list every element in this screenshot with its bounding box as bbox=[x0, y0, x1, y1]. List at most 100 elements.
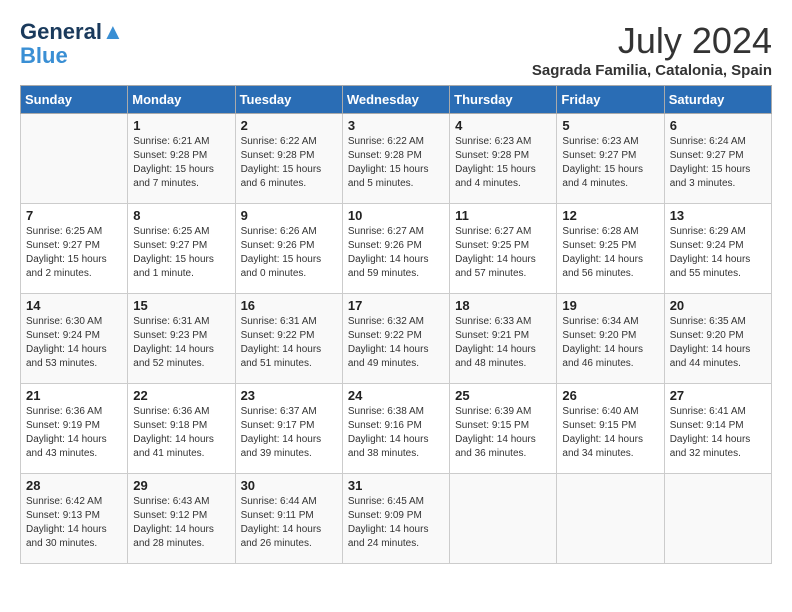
day-number: 20 bbox=[670, 298, 766, 313]
day-number: 31 bbox=[348, 478, 444, 493]
day-content: Sunrise: 6:31 AM Sunset: 9:22 PM Dayligh… bbox=[241, 315, 337, 371]
calendar-cell: 25Sunrise: 6:39 AM Sunset: 9:15 PM Dayli… bbox=[450, 384, 557, 474]
day-content: Sunrise: 6:22 AM Sunset: 9:28 PM Dayligh… bbox=[241, 135, 337, 191]
day-number: 6 bbox=[670, 118, 766, 133]
day-content: Sunrise: 6:35 AM Sunset: 9:20 PM Dayligh… bbox=[670, 315, 766, 371]
day-number: 30 bbox=[241, 478, 337, 493]
calendar-cell: 2 Sunrise: 6:22 AM Sunset: 9:28 PM Daylig… bbox=[235, 114, 342, 204]
calendar-cell: 12Sunrise: 6:28 AM Sunset: 9:25 PM Dayli… bbox=[557, 204, 664, 294]
day-number: 27 bbox=[670, 388, 766, 403]
month-year: July 2024 bbox=[532, 20, 772, 62]
day-content: Sunrise: 6:23 AM Sunset: 9:28 PM Dayligh… bbox=[455, 135, 551, 191]
day-number: 18 bbox=[455, 298, 551, 313]
logo-text: General▲ bbox=[20, 20, 124, 44]
calendar-cell: 30 Sunrise: 6:44 AM Sunset: 9:11 PM Dayli… bbox=[235, 474, 342, 564]
calendar-cell: 26Sunrise: 6:40 AM Sunset: 9:15 PM Dayli… bbox=[557, 384, 664, 474]
day-number: 14 bbox=[26, 298, 122, 313]
calendar-week-row: 7 Sunrise: 6:25 AM Sunset: 9:27 PM Daylig… bbox=[21, 204, 772, 294]
day-number: 11 bbox=[455, 208, 551, 223]
day-content: Sunrise: 6:44 AM Sunset: 9:11 PM Dayligh… bbox=[241, 495, 337, 551]
day-content: Sunrise: 6:39 AM Sunset: 9:15 PM Dayligh… bbox=[455, 405, 551, 461]
calendar-header-row: SundayMondayTuesdayWednesdayThursdayFrid… bbox=[21, 86, 772, 114]
calendar-cell: 11 Sunrise: 6:27 AM Sunset: 9:25 PM Dayli… bbox=[450, 204, 557, 294]
calendar-cell: 8Sunrise: 6:25 AM Sunset: 9:27 PM Daylig… bbox=[128, 204, 235, 294]
day-content: Sunrise: 6:36 AM Sunset: 9:18 PM Dayligh… bbox=[133, 405, 229, 461]
calendar-cell bbox=[557, 474, 664, 564]
day-content: Sunrise: 6:31 AM Sunset: 9:23 PM Dayligh… bbox=[133, 315, 229, 371]
calendar-week-row: 28 Sunrise: 6:42 AM Sunset: 9:13 PM Dayli… bbox=[21, 474, 772, 564]
day-content: Sunrise: 6:27 AM Sunset: 9:26 PM Dayligh… bbox=[348, 225, 444, 281]
day-number: 10 bbox=[348, 208, 444, 223]
day-number: 29 bbox=[133, 478, 229, 493]
calendar-cell: 4 Sunrise: 6:23 AM Sunset: 9:28 PM Daylig… bbox=[450, 114, 557, 204]
calendar-cell: 31 Sunrise: 6:45 AM Sunset: 9:09 PM Dayli… bbox=[342, 474, 449, 564]
day-number: 28 bbox=[26, 478, 122, 493]
calendar-cell: 14 Sunrise: 6:30 AM Sunset: 9:24 PM Dayli… bbox=[21, 294, 128, 384]
day-content: Sunrise: 6:26 AM Sunset: 9:26 PM Dayligh… bbox=[241, 225, 337, 281]
calendar-cell: 23 Sunrise: 6:37 AM Sunset: 9:17 PM Dayli… bbox=[235, 384, 342, 474]
day-content: Sunrise: 6:45 AM Sunset: 9:09 PM Dayligh… bbox=[348, 495, 444, 551]
calendar-cell: 19Sunrise: 6:34 AM Sunset: 9:20 PM Dayli… bbox=[557, 294, 664, 384]
calendar-cell: 5Sunrise: 6:23 AM Sunset: 9:27 PM Daylig… bbox=[557, 114, 664, 204]
day-content: Sunrise: 6:32 AM Sunset: 9:22 PM Dayligh… bbox=[348, 315, 444, 371]
calendar-cell: 21 Sunrise: 6:36 AM Sunset: 9:19 PM Dayli… bbox=[21, 384, 128, 474]
day-number: 22 bbox=[133, 388, 229, 403]
day-content: Sunrise: 6:41 AM Sunset: 9:14 PM Dayligh… bbox=[670, 405, 766, 461]
calendar-cell: 17 Sunrise: 6:32 AM Sunset: 9:22 PM Dayli… bbox=[342, 294, 449, 384]
calendar-cell: 9Sunrise: 6:26 AM Sunset: 9:26 PM Daylig… bbox=[235, 204, 342, 294]
location: Sagrada Familia, Catalonia, Spain bbox=[532, 62, 772, 79]
day-content: Sunrise: 6:25 AM Sunset: 9:27 PM Dayligh… bbox=[26, 225, 122, 281]
day-content: Sunrise: 6:21 AM Sunset: 9:28 PM Dayligh… bbox=[133, 135, 229, 191]
day-content: Sunrise: 6:36 AM Sunset: 9:19 PM Dayligh… bbox=[26, 405, 122, 461]
day-number: 17 bbox=[348, 298, 444, 313]
calendar-week-row: 1Sunrise: 6:21 AM Sunset: 9:28 PM Daylig… bbox=[21, 114, 772, 204]
day-number: 13 bbox=[670, 208, 766, 223]
calendar-cell: 15 Sunrise: 6:31 AM Sunset: 9:23 PM Dayli… bbox=[128, 294, 235, 384]
calendar-cell: 10 Sunrise: 6:27 AM Sunset: 9:26 PM Dayli… bbox=[342, 204, 449, 294]
day-number: 5 bbox=[562, 118, 658, 133]
day-number: 2 bbox=[241, 118, 337, 133]
day-content: Sunrise: 6:37 AM Sunset: 9:17 PM Dayligh… bbox=[241, 405, 337, 461]
day-number: 23 bbox=[241, 388, 337, 403]
day-number: 8 bbox=[133, 208, 229, 223]
header-tuesday: Tuesday bbox=[235, 86, 342, 114]
calendar-week-row: 21 Sunrise: 6:36 AM Sunset: 9:19 PM Dayli… bbox=[21, 384, 772, 474]
day-content: Sunrise: 6:33 AM Sunset: 9:21 PM Dayligh… bbox=[455, 315, 551, 371]
calendar-cell: 6Sunrise: 6:24 AM Sunset: 9:27 PM Daylig… bbox=[664, 114, 771, 204]
day-number: 12 bbox=[562, 208, 658, 223]
day-content: Sunrise: 6:40 AM Sunset: 9:15 PM Dayligh… bbox=[562, 405, 658, 461]
calendar-cell: 24 Sunrise: 6:38 AM Sunset: 9:16 PM Dayli… bbox=[342, 384, 449, 474]
header-friday: Friday bbox=[557, 86, 664, 114]
day-content: Sunrise: 6:34 AM Sunset: 9:20 PM Dayligh… bbox=[562, 315, 658, 371]
day-content: Sunrise: 6:38 AM Sunset: 9:16 PM Dayligh… bbox=[348, 405, 444, 461]
page-header: General▲ Blue July 2024 Sagrada Familia,… bbox=[20, 20, 772, 79]
calendar-cell: 22 Sunrise: 6:36 AM Sunset: 9:18 PM Dayli… bbox=[128, 384, 235, 474]
day-content: Sunrise: 6:30 AM Sunset: 9:24 PM Dayligh… bbox=[26, 315, 122, 371]
calendar-cell: 1Sunrise: 6:21 AM Sunset: 9:28 PM Daylig… bbox=[128, 114, 235, 204]
calendar-table: SundayMondayTuesdayWednesdayThursdayFrid… bbox=[20, 85, 772, 564]
day-number: 7 bbox=[26, 208, 122, 223]
day-content: Sunrise: 6:27 AM Sunset: 9:25 PM Dayligh… bbox=[455, 225, 551, 281]
calendar-week-row: 14 Sunrise: 6:30 AM Sunset: 9:24 PM Dayli… bbox=[21, 294, 772, 384]
day-content: Sunrise: 6:42 AM Sunset: 9:13 PM Dayligh… bbox=[26, 495, 122, 551]
day-number: 15 bbox=[133, 298, 229, 313]
calendar-cell: 7 Sunrise: 6:25 AM Sunset: 9:27 PM Daylig… bbox=[21, 204, 128, 294]
day-content: Sunrise: 6:43 AM Sunset: 9:12 PM Dayligh… bbox=[133, 495, 229, 551]
calendar-cell: 16Sunrise: 6:31 AM Sunset: 9:22 PM Dayli… bbox=[235, 294, 342, 384]
day-number: 3 bbox=[348, 118, 444, 133]
calendar-cell: 27 Sunrise: 6:41 AM Sunset: 9:14 PM Dayli… bbox=[664, 384, 771, 474]
header-thursday: Thursday bbox=[450, 86, 557, 114]
day-number: 24 bbox=[348, 388, 444, 403]
calendar-cell bbox=[21, 114, 128, 204]
header-wednesday: Wednesday bbox=[342, 86, 449, 114]
day-number: 4 bbox=[455, 118, 551, 133]
calendar-cell: 20 Sunrise: 6:35 AM Sunset: 9:20 PM Dayli… bbox=[664, 294, 771, 384]
day-content: Sunrise: 6:22 AM Sunset: 9:28 PM Dayligh… bbox=[348, 135, 444, 191]
header-monday: Monday bbox=[128, 86, 235, 114]
calendar-cell: 29 Sunrise: 6:43 AM Sunset: 9:12 PM Dayli… bbox=[128, 474, 235, 564]
calendar-cell: 18 Sunrise: 6:33 AM Sunset: 9:21 PM Dayli… bbox=[450, 294, 557, 384]
day-number: 21 bbox=[26, 388, 122, 403]
header-sunday: Sunday bbox=[21, 86, 128, 114]
calendar-cell: 3 Sunrise: 6:22 AM Sunset: 9:28 PM Daylig… bbox=[342, 114, 449, 204]
day-content: Sunrise: 6:29 AM Sunset: 9:24 PM Dayligh… bbox=[670, 225, 766, 281]
